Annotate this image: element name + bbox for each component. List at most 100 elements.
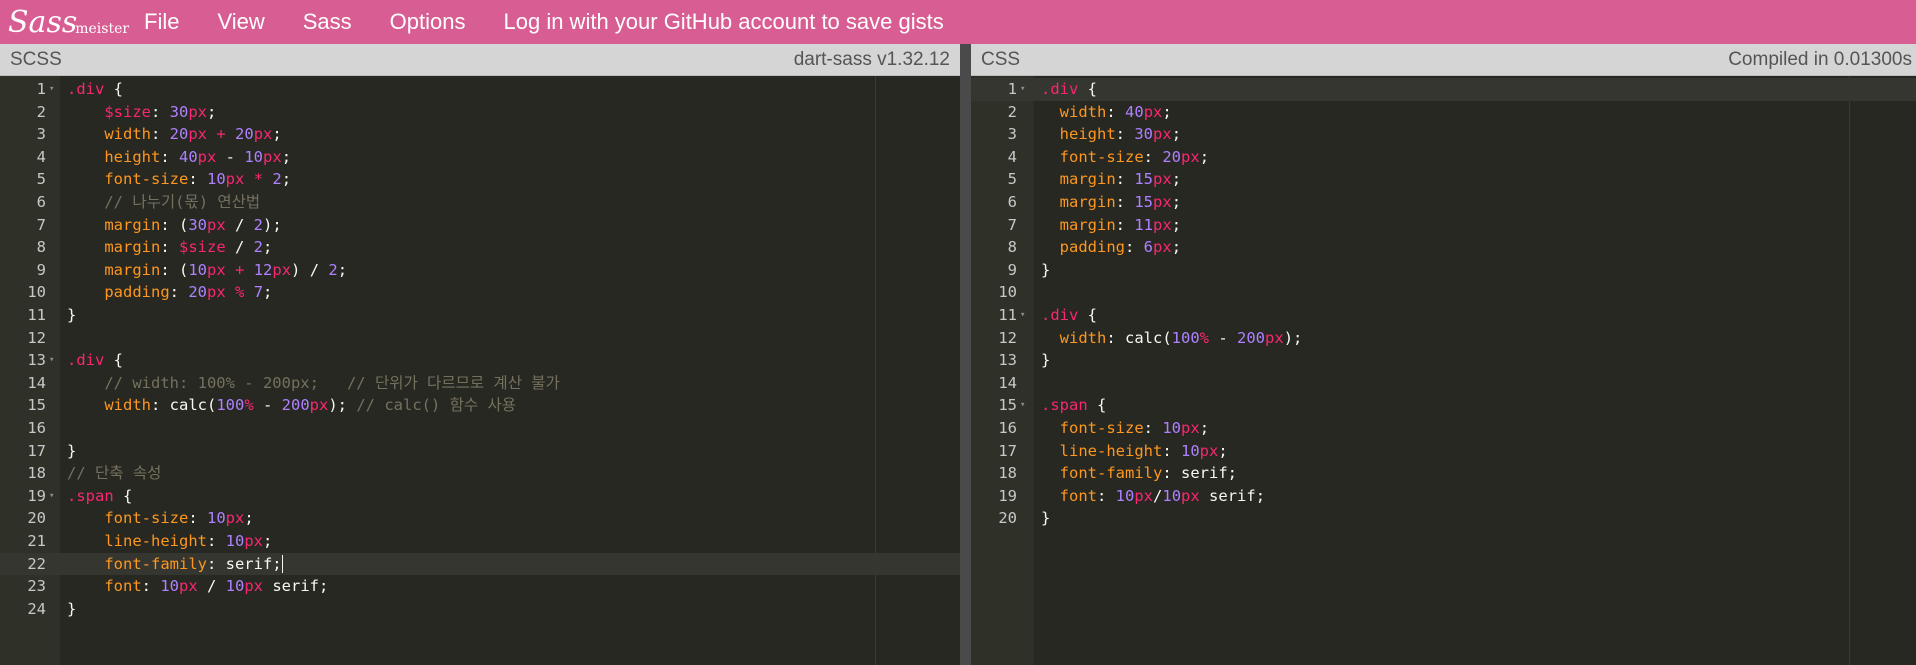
code-text: margin: (10px + 12px) / 2;	[67, 259, 347, 282]
token-prop: line-height	[104, 532, 207, 550]
code-line[interactable]: 12 width: calc(100% - 200px);	[971, 327, 1916, 350]
pane-splitter[interactable]	[960, 44, 971, 665]
code-line[interactable]: 18 // 단축 속성	[0, 462, 960, 485]
compiler-version[interactable]: dart-sass v1.32.12	[794, 44, 950, 75]
code-line[interactable]: 13 ▾ .div {	[0, 349, 960, 372]
code-line[interactable]: 10 padding: 20px % 7;	[0, 281, 960, 304]
css-code-editor[interactable]: 1 ▾ .div {2 width: 40px; 3 height: 30px; 4 f…	[971, 76, 1916, 665]
scss-editor-pane: SCSS dart-sass v1.32.12 1 ▾ .div {2 $size:…	[0, 44, 960, 665]
code-line[interactable]: 14	[971, 372, 1916, 395]
code-text: padding: 6px;	[1041, 236, 1181, 259]
code-line[interactable]: 9}	[971, 259, 1916, 282]
code-line[interactable]: 4 font-size: 20px;	[971, 146, 1916, 169]
fold-arrow-icon[interactable]: ▾	[49, 485, 54, 508]
token-plain: : (	[160, 215, 189, 234]
line-number: 14	[27, 373, 46, 392]
code-line[interactable]: 11 ▾ .div {	[971, 304, 1916, 327]
code-line[interactable]: 11}	[0, 304, 960, 327]
fold-arrow-icon[interactable]: ▾	[1020, 304, 1025, 327]
line-number: 8	[36, 238, 46, 257]
code-line[interactable]: 7 margin: 11px;	[971, 214, 1916, 237]
top-menu-bar: Sass meister File View Sass Options Log …	[0, 0, 1916, 44]
code-text: line-height: 10px;	[1041, 440, 1228, 463]
code-line[interactable]: 4 height: 40px - 10px;	[0, 146, 960, 169]
code-line[interactable]: 1 ▾ .div {	[971, 78, 1916, 101]
code-line[interactable]: 23 font: 10px / 10px serif;	[0, 575, 960, 598]
menu-file[interactable]: File	[144, 9, 179, 35]
code-line[interactable]: 18 font-family: serif;	[971, 462, 1916, 485]
line-number: 11	[998, 306, 1017, 324]
scss-pane-header: SCSS dart-sass v1.32.12	[0, 44, 960, 76]
code-line[interactable]: 8 margin: $size / 2;	[0, 236, 960, 259]
scss-code-editor[interactable]: 1 ▾ .div {2 $size: 30px; 3 width: 20px + 20…	[0, 76, 960, 665]
fold-arrow-icon[interactable]: ▾	[49, 78, 54, 101]
token-num: 10	[244, 147, 264, 166]
code-line[interactable]: 3 width: 20px + 20px;	[0, 123, 960, 146]
line-number: 16	[998, 419, 1017, 437]
fold-arrow-icon[interactable]: ▾	[49, 349, 54, 372]
code-line[interactable]: 5 font-size: 10px * 2;	[0, 168, 960, 191]
token-num: 20	[188, 283, 207, 302]
code-line[interactable]: 22 font-family: serif;	[0, 552, 960, 576]
fold-arrow-icon[interactable]: ▾	[1020, 78, 1025, 101]
token-num: 10	[1162, 419, 1182, 437]
token-unit: px	[1181, 419, 1200, 437]
menu-sass[interactable]: Sass	[303, 9, 352, 35]
code-line[interactable]: 15 width: calc(100% - 200px); // calc() …	[0, 394, 960, 417]
code-line[interactable]: 20 font-size: 10px;	[0, 507, 960, 530]
token-op: +	[216, 125, 226, 144]
menu-view[interactable]: View	[217, 9, 264, 35]
code-line[interactable]: 5 margin: 15px;	[971, 168, 1916, 191]
code-line[interactable]: 9 margin: (10px + 12px) / 2;	[0, 259, 960, 282]
code-line[interactable]: 20}	[971, 507, 1916, 530]
code-line[interactable]: 19 ▾ .span {	[0, 485, 960, 508]
code-line[interactable]: 2 $size: 30px;	[0, 101, 960, 124]
code-line[interactable]: 3 height: 30px;	[971, 123, 1916, 146]
token-unit: px	[1153, 215, 1172, 234]
token-plain: :	[141, 577, 161, 596]
code-line[interactable]: 17}	[0, 440, 960, 463]
code-line[interactable]: 19 font: 10px/10px serif;	[971, 485, 1916, 508]
token-num: 100	[216, 396, 245, 415]
line-number: 3	[1007, 125, 1017, 144]
token-plain: :	[160, 238, 179, 257]
code-line[interactable]: 6 margin: 15px;	[971, 191, 1916, 214]
token-unit: px	[1265, 328, 1284, 347]
code-line[interactable]: 16	[0, 417, 960, 440]
code-line[interactable]: 13}	[971, 349, 1916, 372]
token-var: $size	[104, 102, 151, 121]
line-number: 11	[27, 306, 46, 324]
menu-options[interactable]: Options	[390, 9, 466, 35]
code-line[interactable]: 21 line-height: 10px;	[0, 530, 960, 553]
line-number: 12	[998, 328, 1017, 347]
code-line[interactable]: 12	[0, 327, 960, 350]
code-line[interactable]: 2 width: 40px;	[971, 101, 1916, 124]
token-plain: serif;	[263, 577, 329, 596]
code-text: margin: $size / 2;	[67, 236, 272, 259]
code-line[interactable]: 14 // width: 100% - 200px; // 단위가 다르므로 계…	[0, 372, 960, 395]
token-unit: px	[1153, 193, 1172, 211]
code-line[interactable]: 15 ▾ .span {	[971, 394, 1916, 417]
token-unit: px	[1181, 486, 1200, 505]
code-line[interactable]: 24}	[0, 598, 960, 621]
code-line[interactable]: 16 font-size: 10px;	[971, 417, 1916, 440]
code-line[interactable]: 10	[971, 281, 1916, 304]
code-line[interactable]: 17 line-height: 10px;	[971, 440, 1916, 463]
code-text: $size: 30px;	[67, 101, 216, 124]
line-number: 6	[36, 193, 46, 211]
fold-arrow-icon[interactable]: ▾	[1020, 394, 1025, 417]
sassmeister-logo[interactable]: Sass meister	[8, 4, 129, 40]
code-line[interactable]: 8 padding: 6px;	[971, 236, 1916, 259]
line-number: 4	[36, 147, 46, 166]
code-line[interactable]: 7 margin: (30px / 2);	[0, 214, 960, 237]
menu-github-login[interactable]: Log in with your GitHub account to save …	[504, 9, 944, 35]
token-unit: px	[207, 260, 226, 279]
token-plain: :	[169, 283, 189, 302]
compile-time: Compiled in 0.01300s	[1728, 49, 1912, 70]
code-line[interactable]: 6 // 나누기(몫) 연산법	[0, 191, 960, 214]
main-menu: File View Sass Options Log in with your …	[144, 0, 982, 44]
code-line[interactable]: 1 ▾ .div {	[0, 78, 960, 101]
